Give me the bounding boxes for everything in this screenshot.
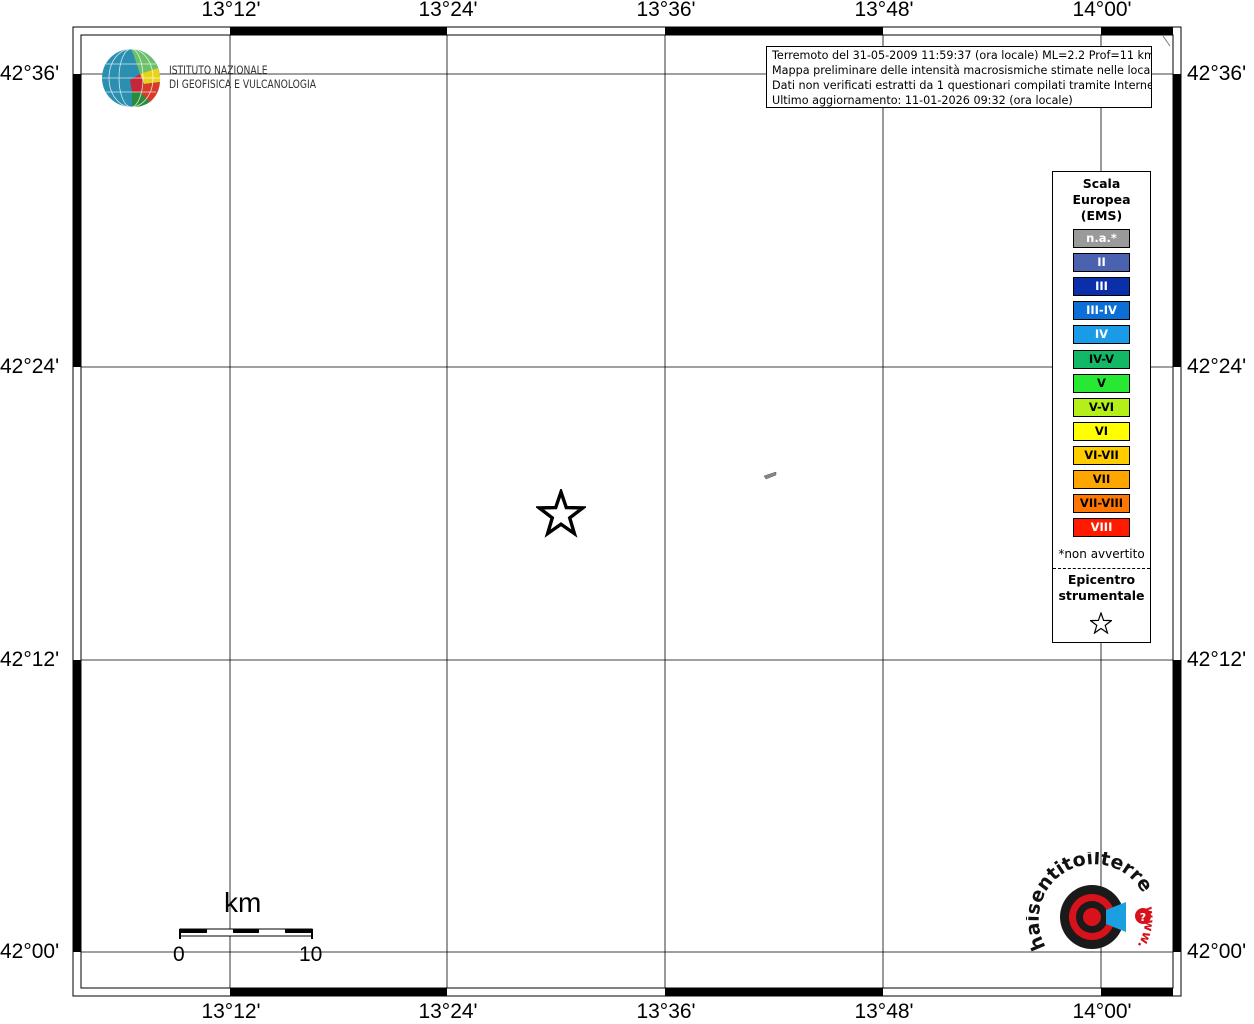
- logo-line-1: ISTITUTO NAZIONALE: [169, 63, 268, 77]
- legend-item: VI: [1073, 421, 1130, 441]
- info-line-1: Terremoto del 31-05-2009 11:59:37 (ora l…: [772, 49, 1152, 62]
- legend-item: VIII: [1073, 518, 1130, 538]
- ems-legend: Scala Europea (EMS) n.a.* II III III-IV IV IV…: [1052, 171, 1151, 643]
- lat-label-left: 42°36': [0, 62, 60, 85]
- legend-item: IV: [1073, 325, 1130, 345]
- lat-label-right: 42°12': [1187, 648, 1247, 671]
- scale-unit: km: [224, 887, 262, 918]
- legend-divider: [1053, 568, 1150, 569]
- legend-title-3: (EMS): [1080, 208, 1123, 223]
- lon-label-top: 13°12': [201, 0, 261, 21]
- legend-epicenter-2: strumentale: [1058, 588, 1145, 603]
- lat-label-left: 42°00': [0, 940, 60, 963]
- lat-label-left: 42°24': [0, 355, 60, 378]
- lon-label-bottom: 13°48': [854, 1000, 914, 1023]
- lon-label-top: 13°36': [636, 0, 696, 21]
- legend-item: V-VI: [1073, 397, 1130, 417]
- scale-bar: [179, 928, 313, 939]
- globe-icon: [102, 48, 161, 108]
- legend-star-icon: [1090, 612, 1112, 634]
- epicenter-star-icon: [536, 489, 586, 538]
- earthquake-info-box: Terremoto del 31-05-2009 11:59:37 (ora l…: [766, 46, 1152, 108]
- info-line-4: Ultimo aggiornamento: 11-01-2026 09:32 (…: [772, 94, 1073, 107]
- info-line-3: Dati non verificati estratti da 1 questi…: [772, 79, 1152, 92]
- lon-label-top: 14°00': [1072, 0, 1132, 21]
- legend-item: II: [1073, 253, 1130, 273]
- info-line-2: Mappa preliminare delle intensità macros…: [772, 64, 1152, 77]
- legend-note: *non avvertito: [1058, 547, 1145, 561]
- legend-item: VII: [1073, 470, 1130, 489]
- svg-text:?: ?: [1140, 911, 1146, 924]
- haisentito-logo: haisentitoilterremoto.it www. ?: [1026, 852, 1157, 954]
- logo-text: ISTITUTO NAZIONALE DI GEOFISICA E VULCAN…: [169, 63, 316, 91]
- lon-label-bottom: 13°12': [201, 1000, 261, 1023]
- lon-label-bottom: 14°00': [1072, 1000, 1132, 1023]
- lat-label-right: 42°00': [1187, 940, 1247, 963]
- logo-line-2: DI GEOFISICA E VULCANOLOGIA: [169, 77, 317, 91]
- legend-title-1: Scala: [1082, 176, 1121, 191]
- legend-item: VII-VIII: [1073, 494, 1130, 514]
- lon-label-top: 13°24': [418, 0, 478, 21]
- lat-label-right: 42°36': [1187, 62, 1247, 85]
- legend-item: V: [1073, 373, 1130, 393]
- legend-epicenter-1: Epicentro: [1067, 572, 1136, 587]
- legend-item: n.a.*: [1073, 229, 1130, 248]
- lon-label-top: 13°48': [854, 0, 914, 21]
- legend-item: VI-VII: [1073, 445, 1130, 465]
- lat-label-right: 42°24': [1187, 355, 1247, 378]
- legend-item: IV-V: [1073, 349, 1130, 369]
- legend-title-2: Europea: [1072, 192, 1131, 207]
- scale-min-label: 0: [173, 943, 185, 966]
- legend-item: III: [1073, 277, 1130, 297]
- scale-max-label: 10: [299, 943, 323, 966]
- lon-label-bottom: 13°36': [636, 1000, 696, 1023]
- legend-item: III-IV: [1073, 301, 1130, 321]
- lon-label-bottom: 13°24': [418, 1000, 478, 1023]
- lat-label-left: 42°12': [0, 648, 60, 671]
